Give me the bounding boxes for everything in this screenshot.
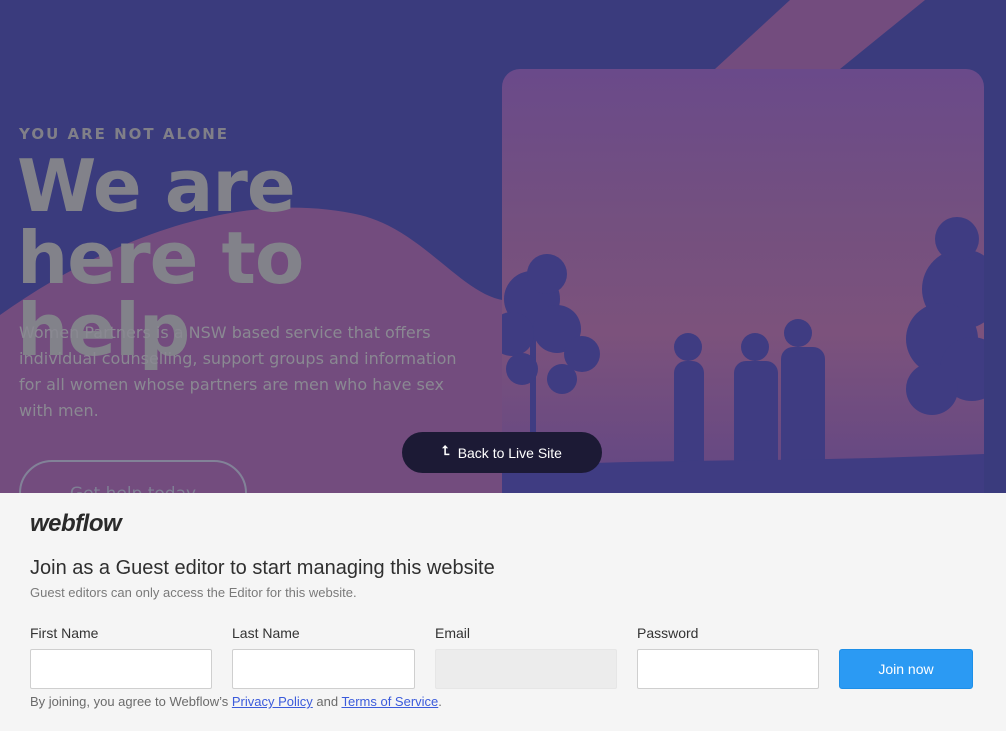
password-field[interactable] [637,649,819,689]
panel-subtitle: Guest editors can only access the Editor… [30,585,357,600]
arrow-up-icon: ⮤ [442,442,450,458]
panel-title: Join as a Guest editor to start managing… [30,557,495,579]
hero-intro: Women Partners is a NSW based service th… [19,323,457,420]
legal-suffix: . [438,694,442,709]
email-label: Email [435,625,471,641]
last-name-field[interactable] [232,649,415,689]
first-name-label: First Name [30,625,99,641]
hero-eyebrow: YOU ARE NOT ALONE [19,125,230,143]
legal-and: and [312,694,342,709]
legal-notice: By joining, you agree to Webflow’s Priva… [30,694,442,709]
last-name-label: Last Name [232,625,300,641]
back-to-live-site-label: Back to Live Site [457,444,562,461]
hero-photo [502,69,984,493]
privacy-policy-link[interactable]: Privacy Policy [232,694,313,709]
join-now-button[interactable]: Join now [839,649,973,689]
email-field[interactable] [435,649,617,689]
back-to-live-site-button[interactable]: ⮤ Back to Live Site [402,432,602,473]
webflow-logo: webflow [30,510,122,537]
get-help-button[interactable]: Get help today [19,460,247,493]
guest-editor-panel: webflow Join as a Guest editor to start … [0,493,1006,731]
silhouette-figures [502,217,984,493]
terms-of-service-link[interactable]: Terms of Service [341,694,438,709]
site-preview: YOU ARE NOT ALONE We are here to help Wo… [0,0,1006,493]
password-label: Password [637,625,699,641]
legal-prefix: By joining, you agree to Webflow’s [30,694,232,709]
first-name-field[interactable] [30,649,212,689]
